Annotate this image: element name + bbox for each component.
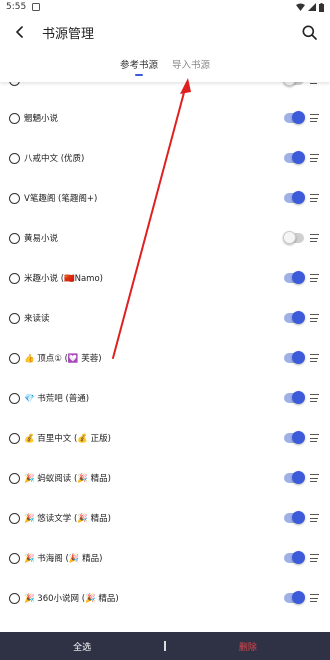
source-name: 💎 书荒吧 (普通) bbox=[24, 394, 90, 404]
list-item[interactable]: 🎉 蚂蚁阅读 (🎉 精品) bbox=[0, 458, 330, 498]
enable-toggle[interactable] bbox=[284, 311, 305, 324]
list-item[interactable]: 来读读 bbox=[0, 298, 330, 338]
list-item[interactable]: 米趣小说 (🇨🇳Namo) bbox=[0, 258, 330, 298]
delete-button[interactable]: 删除 bbox=[166, 640, 330, 653]
source-tabs: 参考书源 导入书源 bbox=[0, 50, 330, 82]
select-radio[interactable] bbox=[9, 312, 20, 324]
drag-handle-icon[interactable] bbox=[310, 194, 319, 202]
drag-handle-icon[interactable] bbox=[310, 514, 319, 522]
source-list[interactable]: 魍魉小说 八戒中文 (优质) V笔趣阁 (笔趣阁+) 黄易小说 米趣小说 (🇨🇳… bbox=[0, 80, 330, 632]
list-item[interactable]: 🎉 360小说网 (🎉 精品) bbox=[0, 578, 330, 618]
enable-toggle[interactable] bbox=[284, 151, 305, 164]
page-title: 书源管理 bbox=[42, 26, 95, 42]
source-name: 👍 顶点① (💟 芙蓉) bbox=[24, 354, 102, 364]
list-item[interactable]: V笔趣阁 (笔趣阁+) bbox=[0, 178, 330, 218]
enable-toggle[interactable] bbox=[284, 191, 305, 204]
list-item[interactable]: 🎉 书海阁 (🎉 精品) bbox=[0, 538, 330, 578]
select-radio[interactable] bbox=[9, 232, 20, 244]
drag-handle-icon[interactable] bbox=[310, 314, 319, 322]
drag-handle-icon[interactable] bbox=[310, 354, 319, 362]
select-radio[interactable] bbox=[9, 112, 20, 124]
source-name: 来读读 bbox=[24, 314, 50, 324]
list-item[interactable]: 👍 顶点① (💟 芙蓉) bbox=[0, 338, 330, 378]
back-button[interactable] bbox=[10, 22, 30, 42]
notification-icon bbox=[32, 3, 41, 11]
select-radio[interactable] bbox=[9, 392, 20, 404]
drag-handle-icon[interactable] bbox=[310, 434, 319, 442]
app-bar: 书源管理 bbox=[0, 14, 330, 50]
drag-handle-icon[interactable] bbox=[310, 554, 319, 562]
select-radio[interactable] bbox=[9, 472, 20, 484]
enable-toggle[interactable] bbox=[284, 591, 305, 604]
list-item[interactable]: 魍魉小说 bbox=[0, 98, 330, 138]
enable-toggle[interactable] bbox=[284, 511, 305, 524]
select-radio[interactable] bbox=[9, 552, 20, 564]
select-radio[interactable] bbox=[9, 432, 20, 444]
list-item[interactable]: 💰 百里中文 (💰 正版) bbox=[0, 418, 330, 458]
select-radio[interactable] bbox=[9, 272, 20, 284]
enable-toggle[interactable] bbox=[284, 351, 305, 364]
source-name: 🎉 360小说网 (🎉 精品) bbox=[24, 594, 119, 604]
drag-handle-icon[interactable] bbox=[310, 394, 319, 402]
select-radio[interactable] bbox=[9, 352, 20, 364]
enable-toggle[interactable] bbox=[284, 391, 305, 404]
status-bar: 5:55 bbox=[0, 0, 330, 14]
enable-toggle[interactable] bbox=[284, 551, 305, 564]
source-name: 🎉 书海阁 (🎉 精品) bbox=[24, 554, 103, 564]
bottom-action-bar: 全选 删除 bbox=[0, 632, 330, 660]
source-name: 米趣小说 (🇨🇳Namo) bbox=[24, 274, 103, 284]
select-all-button[interactable]: 全选 bbox=[0, 640, 164, 653]
drag-handle-icon[interactable] bbox=[310, 114, 319, 122]
list-item[interactable] bbox=[0, 80, 330, 100]
select-radio[interactable] bbox=[9, 152, 20, 164]
list-item[interactable]: 黄易小说 bbox=[0, 218, 330, 258]
select-radio[interactable] bbox=[9, 512, 20, 524]
source-name: 魍魉小说 bbox=[24, 114, 59, 124]
back-arrow-icon bbox=[16, 26, 23, 38]
battery-icon bbox=[319, 2, 324, 12]
source-name: V笔趣阁 (笔趣阁+) bbox=[24, 194, 98, 204]
tab-reference-sources[interactable]: 参考书源 bbox=[120, 57, 158, 75]
source-name: 八戒中文 (优质) bbox=[24, 154, 85, 164]
source-name: 🎉 悠读文学 (🎉 精品) bbox=[24, 514, 111, 524]
source-name: 黄易小说 bbox=[24, 234, 59, 244]
source-name: 🎉 蚂蚁阅读 (🎉 精品) bbox=[24, 474, 111, 484]
enable-toggle[interactable] bbox=[283, 231, 304, 244]
drag-handle-icon[interactable] bbox=[310, 274, 319, 282]
search-button[interactable] bbox=[298, 21, 320, 43]
list-item[interactable]: 💎 书荒吧 (普通) bbox=[0, 378, 330, 418]
drag-handle-icon[interactable] bbox=[310, 594, 319, 602]
enable-toggle[interactable] bbox=[284, 271, 305, 284]
source-name: 💰 百里中文 (💰 正版) bbox=[24, 434, 111, 444]
enable-toggle[interactable] bbox=[284, 431, 305, 444]
drag-handle-icon[interactable] bbox=[310, 234, 319, 242]
drag-handle-icon[interactable] bbox=[310, 154, 319, 162]
enable-toggle[interactable] bbox=[284, 111, 305, 124]
search-icon bbox=[302, 25, 317, 40]
select-radio[interactable] bbox=[9, 192, 20, 204]
enable-toggle[interactable] bbox=[284, 471, 305, 484]
signal-icon bbox=[308, 3, 316, 11]
wifi-icon bbox=[296, 3, 305, 11]
status-time: 5:55 bbox=[6, 2, 27, 12]
list-item[interactable]: 八戒中文 (优质) bbox=[0, 138, 330, 178]
drag-handle-icon[interactable] bbox=[310, 474, 319, 482]
select-radio[interactable] bbox=[9, 592, 20, 604]
list-item[interactable]: 🎉 悠读文学 (🎉 精品) bbox=[0, 498, 330, 538]
tab-import-sources[interactable]: 导入书源 bbox=[172, 57, 210, 75]
